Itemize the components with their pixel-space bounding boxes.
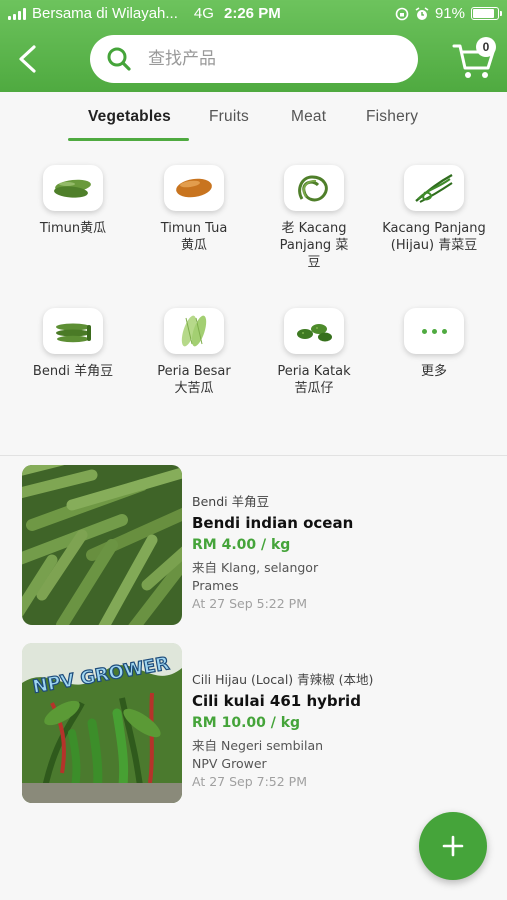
cucumber-icon — [43, 165, 103, 211]
listing-location: 来自 Negeri sembilan — [192, 738, 324, 753]
search-input[interactable] — [148, 49, 388, 69]
category-green-long-bean[interactable]: Kacang Panjang (Hijau) 青菜豆 — [374, 165, 494, 254]
battery-percent: 91% — [434, 5, 465, 22]
network-type: 4G — [193, 5, 214, 22]
cart-count-badge: 0 — [476, 37, 496, 57]
plus-icon — [442, 835, 464, 857]
tab-vegetables[interactable]: Vegetables — [88, 108, 171, 126]
add-product-button[interactable] — [419, 812, 487, 880]
category-label: Peria Katak 苦瓜仔 — [277, 364, 351, 396]
signal-icon — [8, 7, 26, 20]
okra-icon — [43, 308, 103, 354]
tab-fruits[interactable]: Fruits — [209, 108, 249, 126]
tab-fishery[interactable]: Fishery — [366, 108, 418, 126]
listing-location: 来自 Klang, selangor — [192, 560, 319, 575]
category-label: Bendi 羊角豆 — [32, 364, 114, 379]
category-peria-katak[interactable]: Peria Katak 苦瓜仔 — [254, 308, 374, 397]
listing-category: Cili Hijau (Local) 青辣椒 (本地) — [192, 672, 374, 687]
listing-seller: NPV Grower — [192, 756, 267, 771]
more-icon — [404, 308, 464, 354]
old-cucumber-icon — [164, 165, 224, 211]
listing-title: Bendi indian ocean — [192, 514, 354, 532]
status-bar: Bersama di Wilayah... 4G 2:26 PM 91% — [0, 0, 507, 28]
listing-price: RM 10.00 / kg — [192, 715, 301, 731]
battery-icon — [471, 7, 502, 20]
alarm-icon — [415, 6, 429, 20]
clock: 2:26 PM — [224, 5, 281, 22]
listing-title: Cili kulai 461 hybrid — [192, 692, 361, 710]
category-timun-tua[interactable]: Timun Tua 黄瓜 — [134, 165, 254, 254]
category-more[interactable]: 更多 — [374, 308, 494, 380]
category-label: Timun黄瓜 — [39, 221, 107, 236]
rotation-lock-icon — [395, 7, 409, 20]
small-bitter-gourd-icon — [284, 308, 344, 354]
category-label: Timun Tua 黄瓜 — [160, 221, 228, 253]
long-bean-icon — [284, 165, 344, 211]
bitter-gourd-icon — [164, 308, 224, 354]
listing-date: At 27 Sep 5:22 PM — [192, 596, 307, 611]
listing-seller: Prames — [192, 578, 239, 593]
product-listing[interactable]: NPV GROWER Cili Hijau (Local) 青辣椒 (本地) C… — [0, 643, 507, 803]
listing-date: At 27 Sep 7:52 PM — [192, 774, 307, 789]
category-old-long-bean[interactable]: 老 Kacang Panjang 菜 豆 — [254, 165, 374, 271]
green-bean-bundle-icon — [404, 165, 464, 211]
app-header: Bersama di Wilayah... 4G 2:26 PM 91% 0 — [0, 0, 507, 92]
category-label: Kacang Panjang (Hijau) 青菜豆 — [382, 221, 486, 253]
category-bendi[interactable]: Bendi 羊角豆 — [13, 308, 133, 380]
search-icon — [107, 47, 131, 71]
tab-meat[interactable]: Meat — [291, 108, 326, 126]
category-peria-besar[interactable]: Peria Besar 大苦瓜 — [134, 308, 254, 397]
category-timun[interactable]: Timun黄瓜 — [13, 165, 133, 237]
category-label: 更多 — [420, 364, 447, 379]
chevron-left-icon[interactable] — [14, 44, 42, 74]
active-tab-indicator — [68, 138, 189, 141]
search-bar[interactable] — [90, 35, 418, 83]
category-label: Peria Besar 大苦瓜 — [157, 364, 231, 396]
product-image-okra — [22, 465, 182, 625]
listing-price: RM 4.00 / kg — [192, 537, 291, 553]
category-label: 老 Kacang Panjang 菜 豆 — [279, 221, 349, 270]
category-tabs: Vegetables Fruits Meat Fishery — [0, 92, 507, 142]
listing-category: Bendi 羊角豆 — [192, 494, 270, 509]
product-image-chili: NPV GROWER — [22, 643, 182, 803]
product-listing[interactable]: Bendi 羊角豆 Bendi indian ocean RM 4.00 / k… — [0, 465, 507, 625]
carrier-name: Bersama di Wilayah... — [32, 5, 178, 22]
section-divider — [0, 455, 507, 456]
